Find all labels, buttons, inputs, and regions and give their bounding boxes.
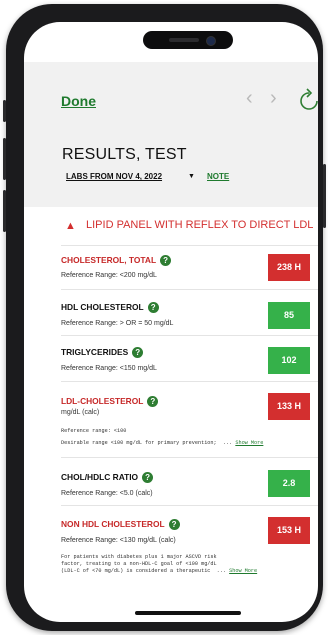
help-icon[interactable]: ? bbox=[147, 302, 159, 314]
power-button bbox=[323, 164, 326, 228]
result-value-badge: 102 bbox=[268, 347, 310, 374]
result-value-badge: 133 H bbox=[268, 393, 310, 420]
home-indicator[interactable] bbox=[135, 611, 241, 615]
result-value-badge: 85 bbox=[268, 302, 310, 329]
results-header bbox=[24, 62, 318, 207]
volume-up-button bbox=[3, 138, 6, 180]
page-title: RESULTS, TEST bbox=[62, 146, 187, 163]
result-name: LDL-CHOLESTEROL bbox=[61, 396, 144, 406]
result-name: NON HDL CHOLESTEROL bbox=[61, 519, 165, 529]
result-value-badge: 153 H bbox=[268, 517, 310, 544]
result-note-line: For patients with diabetes plus 1 major … bbox=[61, 554, 217, 560]
result-row-triglycerides[interactable]: TRIGLYCERIDES? Reference Range: <150 mg/… bbox=[24, 336, 318, 381]
result-row-non-hdl-cholesterol[interactable]: NON HDL CHOLESTEROL? Reference Range: <1… bbox=[24, 506, 318, 591]
phone-frame: Done ‹ › RESULTS, TEST LABS FROM NOV 4, … bbox=[3, 4, 326, 631]
help-icon[interactable]: ? bbox=[132, 347, 144, 359]
mute-switch bbox=[3, 100, 6, 122]
reference-range: Reference Range: <5.0 (calc) bbox=[61, 490, 153, 497]
result-note-line: (LDL-C of <70 mg/dL) is considered a the… bbox=[61, 568, 230, 574]
result-value-badge: 238 H bbox=[268, 254, 310, 281]
reference-range: Reference Range: <200 mg/dL bbox=[61, 272, 157, 279]
help-icon[interactable]: ? bbox=[160, 255, 172, 267]
dynamic-island bbox=[143, 31, 233, 49]
result-value-badge: 2.8 bbox=[268, 470, 310, 497]
chevron-down-icon[interactable]: ▼ bbox=[188, 173, 195, 180]
result-note-line: Reference range: <100 bbox=[61, 428, 127, 434]
result-name: CHOLESTEROL, TOTAL bbox=[61, 255, 157, 265]
result-name: HDL CHOLESTEROL bbox=[61, 302, 144, 312]
note-link[interactable]: NOTE bbox=[207, 172, 229, 181]
panel-heading: ▲ LIPID PANEL WITH REFLEX TO DIRECT LDL bbox=[24, 217, 318, 240]
phone-screen: Done ‹ › RESULTS, TEST LABS FROM NOV 4, … bbox=[24, 22, 318, 622]
show-more-link[interactable]: Show More bbox=[235, 440, 263, 446]
panel-title: LIPID PANEL WITH REFLEX TO DIRECT LDL bbox=[86, 219, 314, 231]
refresh-icon[interactable] bbox=[298, 88, 318, 112]
result-note-line: Desirable range <100 mg/dL for primary p… bbox=[61, 440, 236, 446]
speaker bbox=[169, 38, 199, 42]
result-name: TRIGLYCERIDES bbox=[61, 347, 129, 357]
result-name: CHOL/HDLC RATIO bbox=[61, 472, 139, 482]
result-row-hdl-cholesterol[interactable]: HDL CHOLESTEROL? Reference Range: > OR =… bbox=[24, 290, 318, 335]
done-button[interactable]: Done bbox=[61, 93, 96, 109]
warning-icon: ▲ bbox=[65, 220, 76, 232]
result-note-line: factor, treating to a non-HDL-C goal of … bbox=[61, 561, 217, 567]
result-row-ldl-cholesterol[interactable]: LDL-CHOLESTEROL? mg/dL (calc) 133 H Refe… bbox=[24, 382, 318, 457]
labs-date-dropdown[interactable]: LABS FROM NOV 4, 2022 bbox=[66, 172, 162, 181]
volume-down-button bbox=[3, 190, 6, 232]
result-units: mg/dL (calc) bbox=[61, 409, 100, 416]
reference-range: Reference Range: > OR = 50 mg/dL bbox=[61, 320, 174, 327]
reference-range: Reference Range: <150 mg/dL bbox=[61, 365, 157, 372]
help-icon[interactable]: ? bbox=[142, 472, 154, 484]
help-icon[interactable]: ? bbox=[147, 396, 159, 408]
help-icon[interactable]: ? bbox=[168, 519, 180, 531]
show-more-link[interactable]: Show More bbox=[229, 568, 257, 574]
previous-icon[interactable]: ‹ bbox=[246, 87, 253, 110]
result-row-cholesterol-total[interactable]: CHOLESTEROL, TOTAL? Reference Range: <20… bbox=[24, 246, 318, 289]
result-row-chol-hdlc-ratio[interactable]: CHOL/HDLC RATIO? Reference Range: <5.0 (… bbox=[24, 458, 318, 505]
reference-range: Reference Range: <130 mg/dL (calc) bbox=[61, 537, 176, 544]
next-icon[interactable]: › bbox=[270, 87, 277, 110]
camera bbox=[206, 36, 216, 46]
